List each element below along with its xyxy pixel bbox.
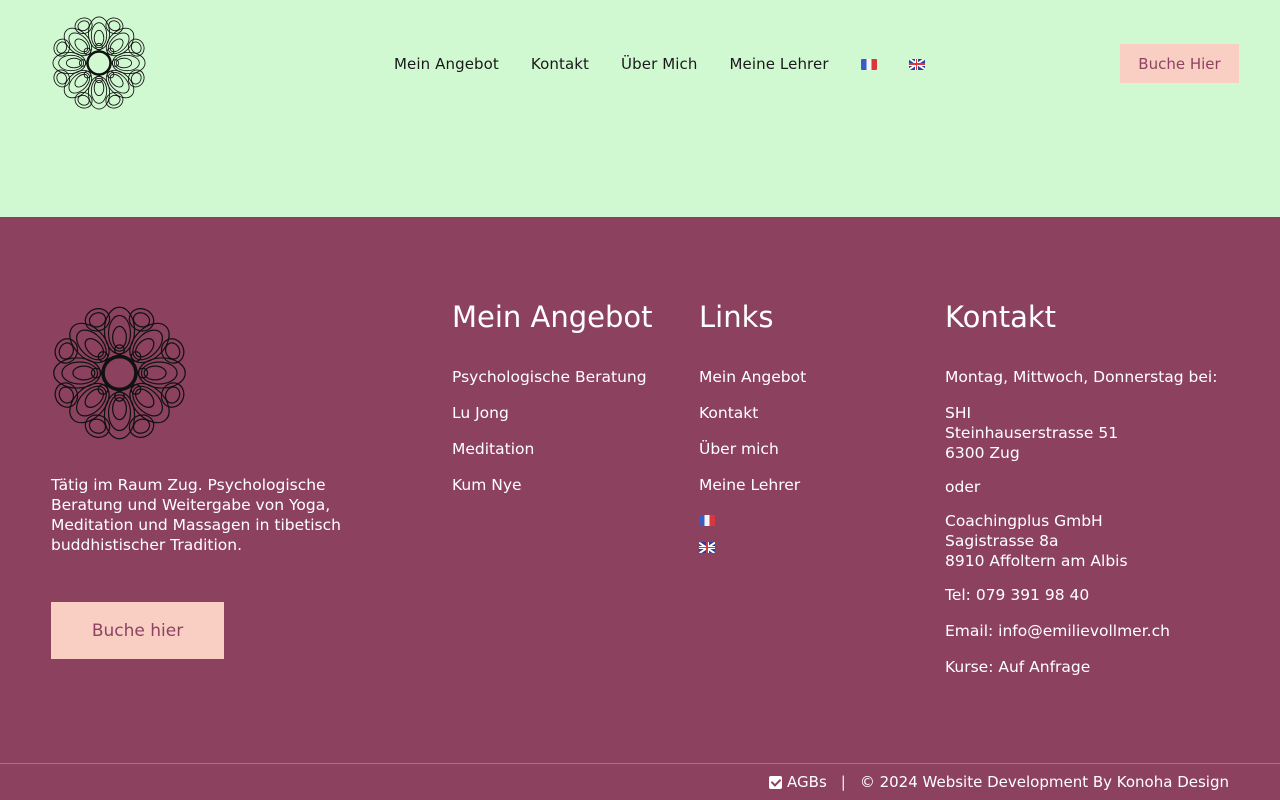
checkbox-checked-icon (769, 775, 783, 789)
footer-bottom-bar: AGBs | © 2024 Website Development By Kon… (0, 763, 1280, 800)
flag-uk-icon[interactable] (908, 58, 925, 70)
links-list: Mein Angebot Kontakt Über mich Meine Leh… (699, 368, 806, 566)
contact-courses: Kurse: Auf Anfrage (945, 658, 1091, 676)
offer-link-beratung[interactable]: Psychologische Beratung (452, 368, 647, 404)
loc2-name: Coachingplus GmbH (945, 512, 1103, 530)
agb-link[interactable]: AGBs (787, 773, 827, 791)
contact-days: Montag, Mittwoch, Donnerstag bei: (945, 368, 1218, 386)
footer-link-meine-lehrer[interactable]: Meine Lehrer (699, 476, 806, 512)
loc1-city: 6300 Zug (945, 444, 1020, 462)
footer-lang-en[interactable] (699, 539, 806, 566)
nav-kontakt[interactable]: Kontakt (531, 55, 589, 73)
loc2-street: Sagistrasse 8a (945, 532, 1059, 550)
offer-list: Psychologische Beratung Lu Jong Meditati… (452, 368, 647, 512)
nav-meine-lehrer[interactable]: Meine Lehrer (729, 55, 828, 73)
contact-location-1: SHI Steinhauserstrasse 51 6300 Zug (945, 403, 1245, 463)
separator: | (840, 773, 846, 791)
copyright-text[interactable]: © 2024 Website Development By Konoha Des… (860, 773, 1229, 791)
footer-link-mein-angebot[interactable]: Mein Angebot (699, 368, 806, 404)
contact-or: oder (945, 478, 981, 496)
flag-uk-icon[interactable] (699, 542, 715, 553)
loc2-city: 8910 Affoltern am Albis (945, 552, 1128, 570)
site-footer: Tätig im Raum Zug. Psychologische Beratu… (0, 217, 1280, 800)
contact-heading: Kontakt (945, 300, 1057, 334)
links-heading: Links (699, 300, 774, 334)
footer-lang-fr[interactable] (699, 512, 806, 539)
main-nav: Mein Angebot Kontakt Über Mich Meine Leh… (394, 54, 957, 74)
flag-france-icon[interactable] (860, 58, 877, 70)
contact-phone[interactable]: Tel: 079 391 98 40 (945, 585, 1245, 605)
logo-mandala-icon[interactable] (51, 14, 147, 112)
offer-link-lu-jong[interactable]: Lu Jong (452, 404, 647, 440)
contact-email[interactable]: Email: info@emilievollmer.ch (945, 621, 1245, 641)
contact-info: Montag, Mittwoch, Donnerstag bei: SHI St… (945, 367, 1245, 691)
footer-logo-mandala-icon (51, 303, 188, 443)
book-button-header[interactable]: Buche Hier (1120, 44, 1239, 83)
offer-heading: Mein Angebot (452, 300, 653, 334)
nav-mein-angebot[interactable]: Mein Angebot (394, 55, 499, 73)
offer-link-kum-nye[interactable]: Kum Nye (452, 476, 647, 512)
nav-ueber-mich[interactable]: Über Mich (621, 55, 697, 73)
flag-france-icon[interactable] (699, 515, 715, 526)
offer-link-meditation[interactable]: Meditation (452, 440, 647, 476)
book-button-footer[interactable]: Buche hier (51, 602, 224, 659)
footer-link-ueber-mich[interactable]: Über mich (699, 440, 806, 476)
contact-location-2: Coachingplus GmbH Sagistrasse 8a 8910 Af… (945, 511, 1245, 571)
loc1-name: SHI (945, 404, 972, 422)
loc1-street: Steinhauserstrasse 51 (945, 424, 1119, 442)
footer-about-text: Tätig im Raum Zug. Psychologische Beratu… (51, 476, 341, 554)
footer-link-kontakt[interactable]: Kontakt (699, 404, 806, 440)
site-header: Mein Angebot Kontakt Über Mich Meine Leh… (0, 0, 1280, 217)
